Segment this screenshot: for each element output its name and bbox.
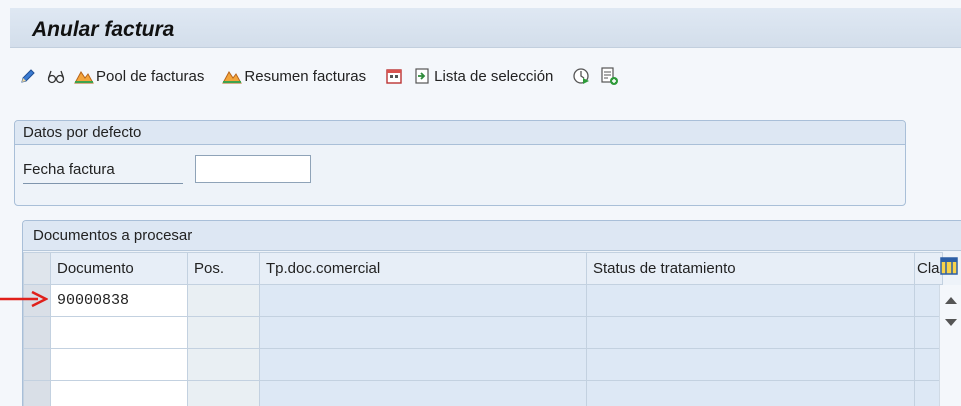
pos-cell[interactable]	[187, 316, 260, 349]
vertical-scrollbar[interactable]	[939, 285, 961, 406]
row-selector[interactable]	[23, 348, 51, 381]
calendar-icon[interactable]	[384, 66, 404, 86]
page-title: Anular factura	[32, 18, 175, 41]
label-underline	[23, 183, 183, 184]
column-header-status-tratamiento[interactable]: Status de tratamiento	[586, 252, 915, 285]
column-header-documento[interactable]: Documento	[50, 252, 188, 285]
documento-cell[interactable]: 90000838	[50, 284, 188, 317]
pos-cell[interactable]	[187, 348, 260, 381]
tp-doc-cell[interactable]	[259, 316, 587, 349]
application-toolbar: Pool de facturas Resumen facturas Lista …	[10, 58, 961, 94]
add-document-icon[interactable]	[599, 66, 619, 86]
column-layout-icon[interactable]	[939, 255, 959, 277]
column-header-cla[interactable]: Cla	[914, 252, 943, 285]
execute-clock-icon[interactable]	[571, 66, 591, 86]
pos-cell[interactable]	[187, 284, 260, 317]
lista-seleccion-button[interactable]: Lista de selección	[412, 66, 553, 86]
mountain-icon	[222, 66, 243, 86]
group-header: Documentos a procesar	[23, 221, 961, 251]
status-cell[interactable]	[586, 348, 915, 381]
documento-cell[interactable]	[50, 316, 188, 349]
cla-cell[interactable]	[914, 348, 943, 381]
row-selector[interactable]	[23, 316, 51, 349]
scroll-down-icon[interactable]	[945, 319, 957, 326]
table-row: 90000838	[23, 284, 943, 317]
fecha-factura-label: Fecha factura	[23, 161, 115, 178]
red-arrow-icon	[0, 290, 48, 308]
documento-cell[interactable]	[50, 380, 188, 406]
table-header-row: Documento Pos. Tp.doc.comercial Status d…	[23, 252, 943, 285]
table-row	[23, 316, 943, 349]
group-header: Datos por defecto	[15, 121, 905, 145]
sap-screen: Anular factura Pool de facturas Resumen …	[0, 0, 961, 406]
pool-facturas-button[interactable]: Pool de facturas	[74, 66, 204, 86]
tp-doc-cell[interactable]	[259, 284, 587, 317]
resumen-facturas-button[interactable]: Resumen facturas	[222, 66, 366, 86]
documento-cell[interactable]	[50, 348, 188, 381]
pos-cell[interactable]	[187, 380, 260, 406]
document-import-icon	[412, 66, 432, 86]
glasses-icon[interactable]	[46, 66, 66, 86]
datos-por-defecto-group: Datos por defecto Fecha factura	[14, 120, 906, 206]
column-header-tp-doc-comercial[interactable]: Tp.doc.comercial	[259, 252, 587, 285]
cla-cell[interactable]	[914, 284, 943, 317]
tp-doc-cell[interactable]	[259, 380, 587, 406]
table-row	[23, 348, 943, 381]
mountain-icon	[74, 66, 94, 86]
pencil-icon[interactable]	[18, 66, 38, 86]
documentos-a-procesar-group: Documentos a procesar Documento Pos. Tp.…	[22, 220, 961, 406]
status-cell[interactable]	[586, 316, 915, 349]
fecha-factura-input[interactable]	[195, 155, 311, 183]
title-bar: Anular factura	[10, 8, 961, 48]
table-row	[23, 380, 943, 406]
status-cell[interactable]	[586, 284, 915, 317]
cla-cell[interactable]	[914, 380, 943, 406]
documents-table: Documento Pos. Tp.doc.comercial Status d…	[23, 252, 943, 406]
scroll-up-icon[interactable]	[945, 297, 957, 304]
row-selector[interactable]	[23, 380, 51, 406]
column-header-pos[interactable]: Pos.	[187, 252, 260, 285]
cla-cell[interactable]	[914, 316, 943, 349]
tp-doc-cell[interactable]	[259, 348, 587, 381]
select-all-cell[interactable]	[23, 252, 51, 285]
status-cell[interactable]	[586, 380, 915, 406]
